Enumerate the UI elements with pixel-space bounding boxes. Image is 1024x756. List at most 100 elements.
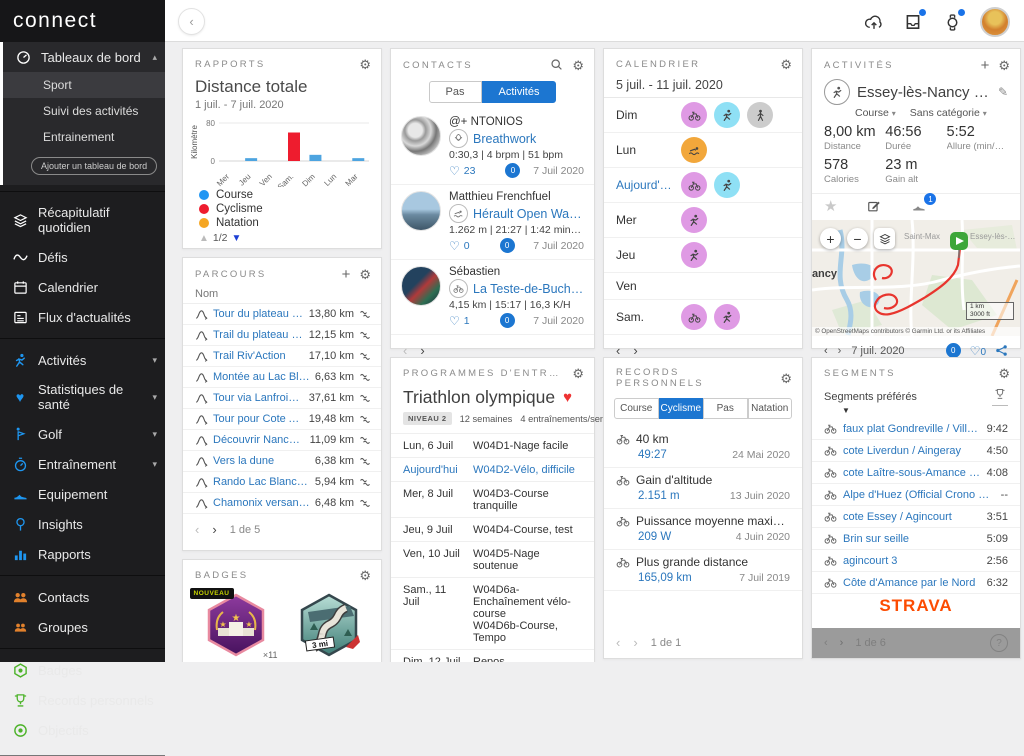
gear-icon[interactable]: ⚙ — [572, 367, 584, 380]
distance-bar-chart[interactable]: 800KilomètreMerJeuVenSam.DimLunMar — [189, 115, 377, 187]
segment-link[interactable]: agincourt 3 — [843, 555, 981, 567]
sidebar-item-entrainement[interactable]: Entraînement▾ — [0, 449, 165, 479]
gear-icon[interactable]: ⚙ — [998, 59, 1010, 72]
segment-link[interactable]: Brin sur seille — [843, 533, 981, 545]
filter-dropdown-icon[interactable]: ▼ — [812, 406, 1020, 418]
like-count[interactable]: 1 — [464, 315, 470, 327]
plan-name[interactable]: Triathlon olympique — [403, 387, 555, 408]
badge-weekend-marche[interactable]: 3 mi Week-end de marche — [285, 592, 373, 662]
prev-page-icon[interactable]: ‹ — [616, 343, 620, 358]
contact-name[interactable]: Matthieu Frenchfuel — [449, 191, 584, 203]
course-link[interactable]: Chamonix versant sud — [213, 497, 310, 509]
swimming-icon[interactable] — [681, 137, 707, 163]
sidebar-item-objectifs[interactable]: Objectifs — [0, 715, 165, 745]
course-link[interactable]: Montée au Lac Bleu — [213, 371, 310, 383]
share-icon[interactable] — [995, 344, 1008, 357]
running-icon[interactable] — [681, 242, 707, 268]
workout-name[interactable]: W04D2-Vélo, difficile — [473, 464, 582, 476]
tab-pas[interactable]: Pas — [703, 398, 748, 419]
record-value[interactable]: 49:27 — [638, 449, 667, 461]
sidebar-item-contacts[interactable]: Contacts — [0, 582, 165, 612]
avatar[interactable] — [980, 7, 1010, 37]
running-icon[interactable] — [714, 304, 740, 330]
cycling-icon[interactable] — [681, 102, 707, 128]
record-value[interactable]: 209 W — [638, 531, 671, 543]
next-page-icon[interactable]: › — [212, 522, 216, 537]
segment-link[interactable]: cote Essey / Agincourt — [843, 511, 981, 523]
sidebar-item-calendrier[interactable]: Calendrier — [0, 272, 165, 302]
like-count[interactable]: 0 — [464, 240, 470, 252]
course-link[interactable]: Tour via Lanfroicourt — [213, 392, 304, 404]
running-icon[interactable] — [714, 102, 740, 128]
activity-link[interactable]: Breathwork — [473, 132, 584, 146]
segment-link[interactable]: cote Laître-sous-Amance / Ama... — [843, 467, 981, 479]
tab-cyclisme[interactable]: Cyclisme — [659, 398, 704, 419]
contact-name[interactable]: @+ NTONIOS — [449, 116, 584, 128]
gear-icon[interactable]: ⚙ — [780, 372, 792, 385]
toggle-activites[interactable]: Activités — [482, 81, 557, 103]
sidebar-item-entrainement-sub[interactable]: Entrainement — [3, 124, 165, 150]
plus-icon[interactable]: + — [981, 58, 990, 73]
activity-link[interactable]: Hérault Open Water Swi... — [473, 207, 584, 221]
map-zoom-in-button[interactable]: + — [820, 228, 841, 249]
legend-page-down-icon[interactable]: ▼ — [232, 233, 242, 244]
device-watch-icon[interactable] — [941, 11, 963, 33]
course-link[interactable]: Vers la dune — [213, 455, 310, 467]
next-page-icon[interactable]: › — [633, 343, 637, 358]
map-zoom-out-button[interactable]: − — [847, 228, 868, 249]
cycling-icon[interactable] — [681, 172, 707, 198]
sidebar-item-insights[interactable]: Insights — [0, 509, 165, 539]
like-heart-icon[interactable]: ♡0 — [970, 344, 986, 358]
course-link[interactable]: Rando Lac Blanc depu... — [213, 476, 310, 488]
comments-bubble-icon[interactable]: 0 — [946, 343, 961, 358]
prev-page-icon[interactable]: ‹ — [616, 635, 620, 650]
map-layers-button[interactable] — [874, 228, 895, 249]
avatar[interactable] — [401, 116, 441, 156]
sidebar-item-suivi-activites[interactable]: Suivi des activités — [3, 98, 165, 124]
gear-icon[interactable]: ⚙ — [359, 569, 371, 582]
segment-link[interactable]: cote Liverdun / Aingeray — [843, 445, 981, 457]
sidebar-item-statistiques[interactable]: ♥ Statistiques de santé▾ — [0, 375, 165, 419]
like-count[interactable]: 23 — [464, 165, 476, 177]
record-value[interactable]: 165,09 km — [638, 572, 692, 584]
activity-category-select[interactable]: Sans catégorie ▾ — [910, 107, 987, 119]
comments-bubble-icon[interactable]: 0 — [500, 238, 515, 253]
course-link[interactable]: Trail Riv'Action — [213, 350, 304, 362]
sidebar-item-records[interactable]: Records personnels — [0, 685, 165, 715]
sidebar-item-rapports[interactable]: Rapports — [0, 539, 165, 569]
edit-pencil-icon[interactable]: ✎ — [998, 85, 1008, 99]
gear-shoe-icon[interactable]: 1 — [911, 199, 927, 213]
add-dashboard-button[interactable]: Ajouter un tableau de bord — [31, 157, 157, 175]
sidebar-item-recapitulatif[interactable]: Récapitulatif quotidien — [0, 198, 165, 242]
comments-bubble-icon[interactable]: 0 — [505, 163, 520, 178]
tab-natation[interactable]: Natation — [748, 398, 793, 419]
gear-icon[interactable]: ⚙ — [572, 59, 584, 72]
avatar[interactable] — [401, 266, 441, 306]
activity-name[interactable]: Essey-lès-Nancy Cou... — [857, 84, 991, 101]
report-heading[interactable]: Distance totale — [183, 75, 381, 97]
course-link[interactable]: Tour pour Cote Aman... — [213, 413, 304, 425]
activity-link[interactable]: La Teste-de-Buch Cyclis... — [473, 282, 584, 296]
help-icon[interactable]: ? — [990, 634, 1008, 652]
column-header[interactable]: Nom — [183, 286, 381, 304]
cycling-icon[interactable] — [681, 304, 707, 330]
segment-link[interactable]: faux plat Gondreville / Villey-le-... — [843, 423, 981, 435]
activity-type-select[interactable]: Course ▾ — [855, 107, 896, 119]
sidebar-item-groupes[interactable]: Groupes — [0, 612, 165, 642]
sidebar-item-equipement[interactable]: Equipement — [0, 479, 165, 509]
sidebar-item-sport[interactable]: Sport — [3, 72, 165, 98]
comments-bubble-icon[interactable]: 0 — [500, 313, 515, 328]
connect-logo[interactable]: connect — [0, 0, 165, 42]
course-link[interactable]: Trail du plateau de M... — [213, 329, 304, 341]
tab-course[interactable]: Course — [614, 398, 659, 419]
calendar-day-label[interactable]: Aujourd'hui — [616, 178, 674, 192]
sidebar-item-tableaux-de-bord[interactable]: Tableaux de bord ▴ — [3, 42, 165, 72]
workout-day[interactable]: Aujourd'hui — [403, 464, 465, 476]
prev-activity-icon[interactable]: ‹ — [824, 345, 828, 357]
contact-name[interactable]: Sébastien — [449, 266, 584, 278]
next-page-icon[interactable]: › — [840, 637, 844, 649]
sidebar-item-activites[interactable]: Activités▾ — [0, 345, 165, 375]
strava-logo[interactable]: STRAVA — [812, 594, 1020, 620]
upload-cloud-icon[interactable] — [863, 11, 885, 33]
search-icon[interactable] — [550, 58, 563, 73]
